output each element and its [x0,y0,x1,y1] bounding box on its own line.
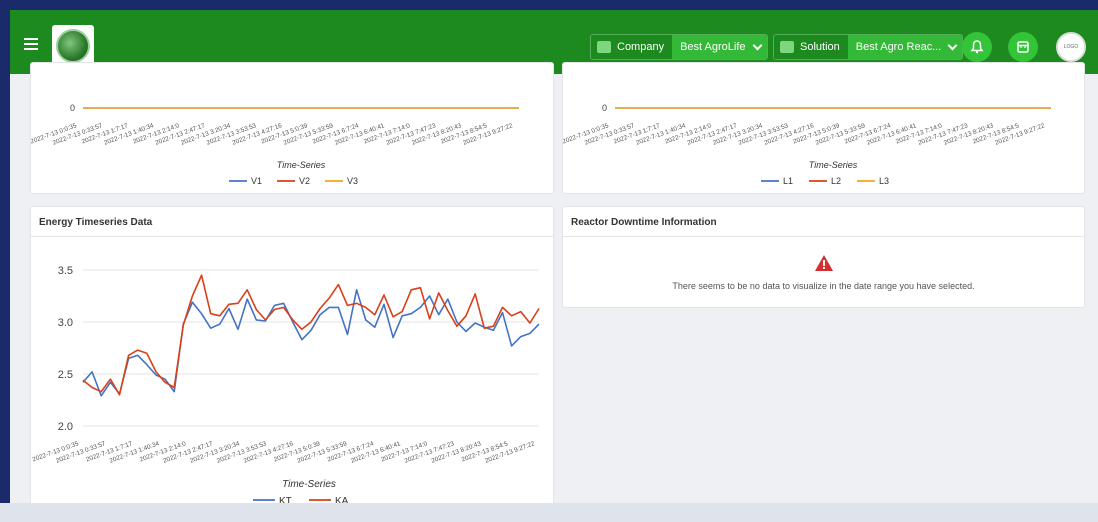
voltage-x-axis-label: Time-Series [277,160,326,170]
company-value: Best AgroLife [680,41,746,53]
solution-label: Solution [800,41,840,53]
current-legend-label: L2 [831,176,841,186]
solution-dropdown[interactable]: Best Agro Reac... [847,35,963,59]
energy-series-KA [82,274,540,396]
current-chart-card: 0 2022-7-13 0:0:35 2022-7-13 0:33:57 2022-7… [562,62,1085,194]
current-chart: 02022-7-13 0:0:352022-7-13 0:33:572022-7… [563,103,1051,186]
no-data-message: There seems to be no data to visualize i… [672,281,975,291]
energy-card-title: Energy Timeseries Data [39,217,153,228]
company-selector[interactable]: Company Best AgroLife [590,34,768,60]
current-y-tick-label: 0 [602,103,607,113]
voltage-legend-label: V2 [299,176,310,186]
avatar[interactable]: LOGO [1056,32,1086,62]
current-legend-label: L3 [879,176,889,186]
company-label: Company [617,41,665,53]
bottom-scroll-area [0,503,1098,522]
downtime-card: Reactor Downtime Information There seems… [562,206,1085,308]
voltage-chart: 02022-7-13 0:0:352022-7-13 0:33:572022-7… [31,103,519,186]
solution-value: Best Agro Reac... [855,41,942,53]
store-icon [1017,41,1029,53]
chevron-down-icon [947,40,958,50]
energy-y-tick-label: 2.5 [58,369,73,381]
solution-selector[interactable]: Solution Best Agro Reac... [773,34,964,60]
energy-y-tick-label: 3.5 [58,265,73,277]
bell-icon [970,40,984,54]
current-legend-label: L1 [783,176,793,186]
store-button[interactable] [1008,32,1038,62]
voltage-y-tick-label: 0 [70,103,75,113]
downtime-card-title: Reactor Downtime Information [571,217,717,228]
company-logo[interactable] [52,25,94,67]
warning-icon [815,255,833,271]
chevron-down-icon [752,40,762,50]
energy-x-axis-label: Time-Series [282,479,336,490]
building-icon [597,41,611,53]
energy-y-tick-label: 2.0 [58,421,73,433]
voltage-chart-card: 0 2022-7-13 0:0:35 2022-7-13 0:33:57 2022-7… [30,62,554,194]
energy-chart: 3.53.02.52.02022-7-13 0:0:352022-7-13 0:… [32,265,540,507]
voltage-legend-label: V3 [347,176,358,186]
voltage-legend-label: V1 [251,176,262,186]
company-dropdown[interactable]: Best AgroLife [672,35,767,59]
energy-chart-card: Energy Timeseries Data 3.5 3.0 2.5 2.0 2022-… [30,206,554,508]
current-x-axis-label: Time-Series [809,160,858,170]
energy-y-tick-label: 3.0 [58,317,73,329]
menu-icon[interactable] [24,38,38,50]
folder-icon [780,41,794,53]
app-window: Company Best AgroLife Solution Best Agro… [10,10,1098,513]
notifications-button[interactable] [962,32,992,62]
